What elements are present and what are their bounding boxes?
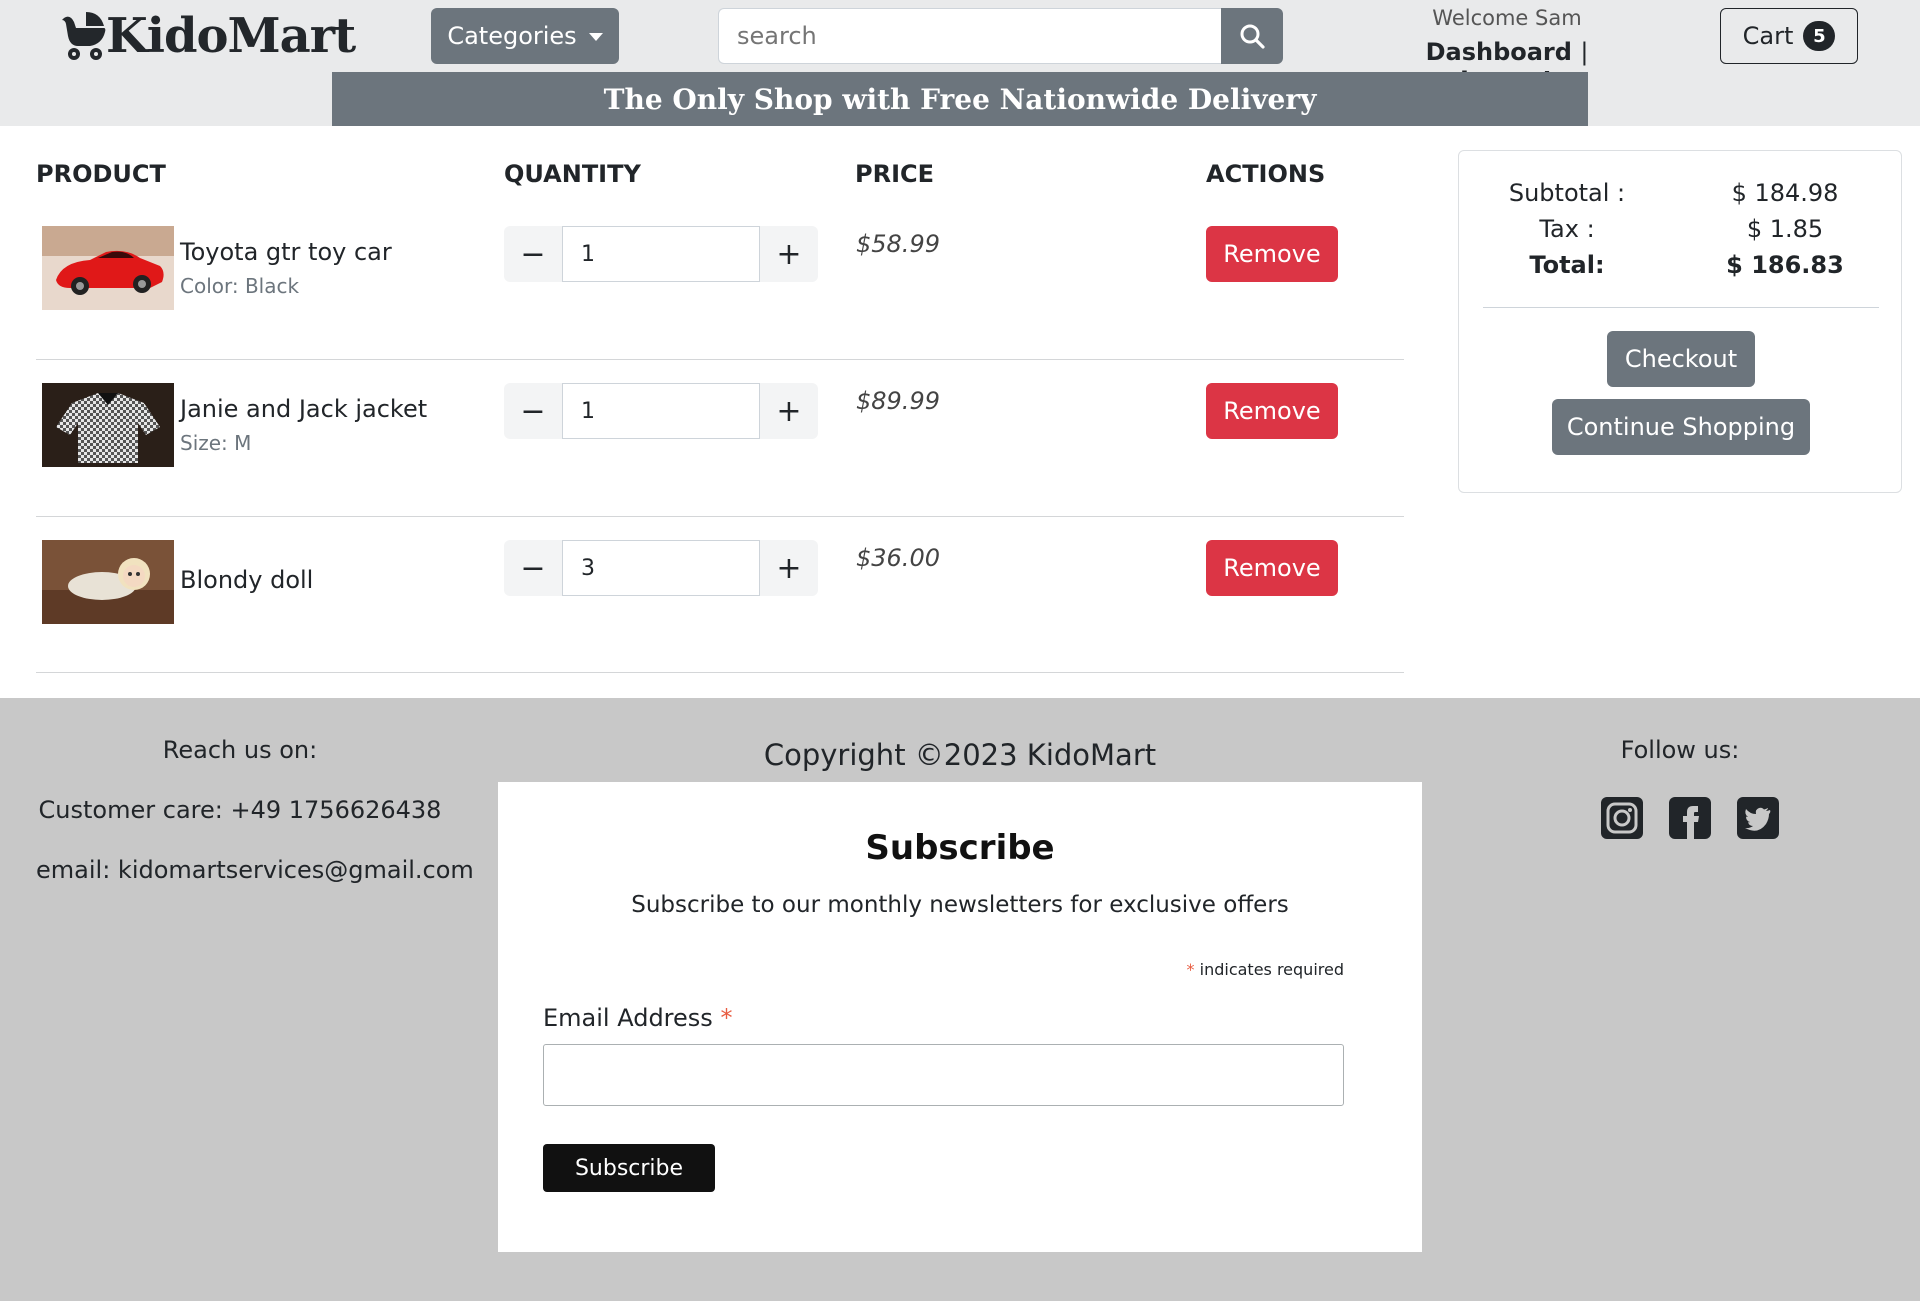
cart-count-badge: 5 <box>1803 21 1836 51</box>
email-address-label: Email Address * <box>543 1004 732 1032</box>
product-variant: Size: M <box>180 431 252 455</box>
decrease-quantity-button[interactable]: − <box>504 383 562 439</box>
product-image-jacket[interactable] <box>42 383 174 467</box>
twitter-icon[interactable] <box>1736 796 1780 840</box>
header-actions: ACTIONS <box>1206 160 1326 188</box>
email-label-text: Email Address <box>543 1004 713 1032</box>
logo-text: KidoMart <box>106 8 356 64</box>
product-name[interactable]: Janie and Jack jacket <box>180 395 427 423</box>
quantity-stepper: − + <box>504 383 818 439</box>
continue-shopping-button[interactable]: Continue Shopping <box>1552 399 1810 455</box>
required-note-text: indicates required <box>1199 960 1344 979</box>
contact-email: email: kidomartservices@gmail.com <box>36 856 474 884</box>
search-button[interactable] <box>1221 8 1283 64</box>
site-footer: Reach us on: Customer care: +49 17566264… <box>0 698 1920 1301</box>
product-name[interactable]: Toyota gtr toy car <box>180 238 392 266</box>
decrease-quantity-button[interactable]: − <box>504 540 562 596</box>
total-label: Total: <box>1529 251 1605 279</box>
increase-quantity-button[interactable]: + <box>760 540 818 596</box>
subscribe-title: Subscribe <box>865 828 1055 868</box>
subscribe-button[interactable]: Subscribe <box>543 1144 715 1192</box>
tax-label: Tax : <box>1539 215 1595 243</box>
header-price: PRICE <box>855 160 935 188</box>
tax-value: $ 1.85 <box>1746 215 1824 243</box>
total-value: $ 186.83 <box>1726 251 1844 279</box>
header-quantity: QUANTITY <box>504 160 641 188</box>
product-price: $89.99 <box>856 387 940 415</box>
welcome-text: Welcome Sam <box>1432 6 1582 30</box>
product-price: $58.99 <box>856 230 940 258</box>
quantity-stepper: − + <box>504 540 818 596</box>
quantity-input[interactable] <box>562 383 760 439</box>
follow-us-heading: Follow us: <box>1620 736 1740 764</box>
increase-quantity-button[interactable]: + <box>760 226 818 282</box>
total-line: Total: $ 186.83 <box>1459 251 1903 287</box>
stroller-icon <box>62 12 106 60</box>
subtotal-value: $ 184.98 <box>1731 179 1839 207</box>
subtotal-line: Subtotal : $ 184.98 <box>1459 179 1903 215</box>
promo-banner: The Only Shop with Free Nationwide Deliv… <box>332 72 1588 126</box>
subscribe-card: Subscribe Subscribe to our monthly newsl… <box>498 782 1422 1252</box>
row-divider <box>36 672 1404 673</box>
tax-line: Tax : $ 1.85 <box>1459 215 1903 251</box>
categories-label: Categories <box>447 22 577 50</box>
quantity-input[interactable] <box>562 226 760 282</box>
search-icon <box>1240 24 1265 49</box>
cart-label: Cart <box>1742 22 1794 50</box>
required-star: * <box>1186 960 1195 979</box>
checkout-button[interactable]: Checkout <box>1607 331 1755 387</box>
cart-row: Blondy doll − + $36.00 Remove <box>36 540 1404 697</box>
increase-quantity-button[interactable]: + <box>760 383 818 439</box>
product-name[interactable]: Blondy doll <box>180 566 313 594</box>
decrease-quantity-button[interactable]: − <box>504 226 562 282</box>
required-note: * indicates required <box>1187 960 1344 979</box>
email-link[interactable]: kidomartservices@gmail.com <box>118 856 474 884</box>
link-separator: | <box>1580 38 1589 66</box>
product-variant: Color: Black <box>180 274 300 298</box>
quantity-stepper: − + <box>504 226 818 282</box>
order-summary: Subtotal : $ 184.98 Tax : $ 1.85 Total: … <box>1458 150 1902 493</box>
row-divider <box>36 516 1404 517</box>
required-star: * <box>720 1004 733 1032</box>
social-links <box>1600 796 1780 840</box>
header-product: PRODUCT <box>36 160 166 188</box>
product-image-toy-car[interactable] <box>42 226 174 310</box>
subscribe-description: Subscribe to our monthly newsletters for… <box>631 892 1289 918</box>
search-input[interactable] <box>718 8 1221 64</box>
product-image-doll[interactable] <box>42 540 174 624</box>
facebook-icon[interactable] <box>1668 796 1712 840</box>
customer-care-phone: Customer care: +49 1756626438 <box>38 796 442 824</box>
categories-dropdown-button[interactable]: Categories <box>431 8 619 64</box>
dashboard-link[interactable]: Dashboard <box>1426 38 1572 66</box>
quantity-input[interactable] <box>562 540 760 596</box>
email-prefix: email: <box>36 856 111 884</box>
row-divider <box>36 359 1404 360</box>
remove-item-button[interactable]: Remove <box>1206 540 1338 596</box>
email-field[interactable] <box>543 1044 1344 1106</box>
logo[interactable]: KidoMart <box>60 6 356 66</box>
search-bar <box>718 8 1283 64</box>
site-header: KidoMart Categories Welcome Sam Dashboar… <box>0 0 1920 126</box>
remove-item-button[interactable]: Remove <box>1206 383 1338 439</box>
instagram-icon[interactable] <box>1600 796 1644 840</box>
remove-item-button[interactable]: Remove <box>1206 226 1338 282</box>
summary-divider <box>1483 307 1879 308</box>
caret-down-icon <box>588 33 603 41</box>
subtotal-label: Subtotal : <box>1508 179 1626 207</box>
cart-button[interactable]: Cart 5 <box>1720 8 1858 64</box>
product-price: $36.00 <box>856 544 940 572</box>
